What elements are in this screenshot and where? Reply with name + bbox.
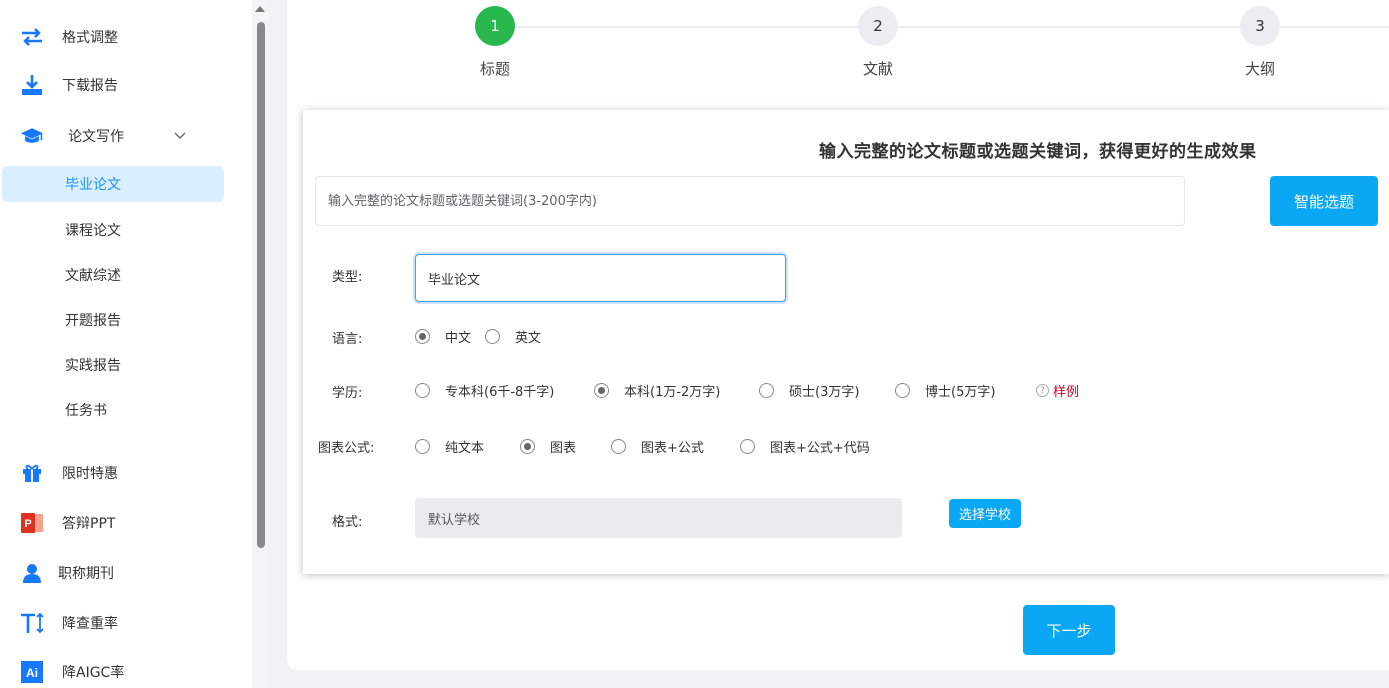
radio-degree-associate[interactable]: 专本科(6千-8千字)	[415, 381, 554, 400]
sidebar-subitem-task-book[interactable]: 任务书	[2, 392, 224, 428]
radio-dot[interactable]	[594, 383, 609, 398]
sidebar-item-defense-ppt[interactable]: P 答辩PPT	[0, 503, 240, 543]
sidebar-scrollbar-thumb[interactable]	[257, 22, 265, 548]
sidebar-item-label: 下载报告	[62, 78, 118, 94]
next-step-button[interactable]: 下一步	[1023, 605, 1115, 655]
step-references: 2 文献	[838, 0, 918, 79]
sidebar-subitem-graduation-thesis[interactable]: 毕业论文	[2, 166, 224, 202]
graduation-cap-icon	[20, 124, 44, 148]
radio-dot[interactable]	[415, 329, 430, 344]
sidebar-item-label: 论文写作	[68, 129, 124, 145]
step-number: 1	[475, 6, 515, 46]
step-connector	[897, 26, 1241, 28]
sidebar-item-label: 格式调整	[62, 30, 118, 46]
radio-chart-charts[interactable]: 图表	[520, 437, 576, 456]
sidebar-subitem-literature-review[interactable]: 文献综述	[2, 257, 224, 293]
radio-dot[interactable]	[895, 383, 910, 398]
radio-dot[interactable]	[740, 439, 755, 454]
radio-chart-plain-text[interactable]: 纯文本	[415, 437, 484, 456]
scroll-up-arrow-icon[interactable]	[255, 6, 265, 12]
radio-degree-doctor[interactable]: 博士(5万字)	[895, 381, 995, 400]
chevron-down-icon	[174, 122, 186, 154]
chart-formula-label: 图表公式:	[318, 441, 375, 456]
question-circle-icon: ?	[1036, 384, 1049, 397]
sidebar-item-label: 降查重率	[62, 616, 118, 632]
ai-icon: Ai	[20, 660, 44, 684]
smart-topic-button[interactable]: 智能选题	[1270, 176, 1378, 226]
svg-text:P: P	[24, 518, 31, 530]
sidebar-item-download-report[interactable]: 下载报告	[0, 65, 240, 105]
radio-language-chinese[interactable]: 中文	[415, 327, 471, 346]
sidebar-item-label: 答辩PPT	[62, 516, 116, 532]
radio-dot[interactable]	[520, 439, 535, 454]
text-height-icon	[20, 611, 44, 635]
sidebar-item-reduce-duplication[interactable]: 降查重率	[0, 603, 240, 643]
type-label: 类型:	[332, 270, 363, 285]
sidebar-item-label: 降AIGC率	[62, 665, 125, 681]
radio-dot[interactable]	[759, 383, 774, 398]
svg-text:Ai: Ai	[26, 666, 38, 680]
sidebar: 格式调整 下载报告 论文写作 毕业论文 课程论文 文献综述 开题报告 实践报告 …	[0, 0, 268, 688]
sample-link[interactable]: ? 样例	[1036, 381, 1079, 400]
step-outline: 3 大纲	[1220, 0, 1300, 79]
radio-dot[interactable]	[415, 383, 430, 398]
sidebar-item-label: 限时特惠	[62, 466, 118, 482]
radio-chart-charts-formula[interactable]: 图表+公式	[611, 437, 704, 456]
user-icon	[20, 561, 44, 585]
sidebar-subitem-proposal-report[interactable]: 开题报告	[2, 302, 224, 338]
swap-arrows-icon	[20, 25, 44, 49]
step-label: 大纲	[1244, 60, 1275, 78]
topic-input[interactable]	[315, 176, 1185, 226]
step-title: 1 标题	[455, 0, 535, 79]
radio-chart-charts-formula-code[interactable]: 图表+公式+代码	[740, 437, 870, 456]
sidebar-subitem-practice-report[interactable]: 实践报告	[2, 347, 224, 383]
sidebar-item-format-adjust[interactable]: 格式调整	[0, 17, 240, 57]
step-number: 2	[858, 6, 898, 46]
radio-dot[interactable]	[611, 439, 626, 454]
step-label: 标题	[479, 60, 510, 78]
sidebar-item-title-journal[interactable]: 职称期刊	[0, 553, 240, 593]
sidebar-item-label: 职称期刊	[58, 566, 114, 582]
sidebar-item-limited-offer[interactable]: 限时特惠	[0, 453, 240, 493]
degree-label: 学历:	[332, 386, 363, 401]
sidebar-item-paper-writing[interactable]: 论文写作	[0, 116, 200, 156]
radio-degree-bachelor[interactable]: 本科(1万-2万字)	[594, 381, 720, 400]
step-connector	[514, 26, 859, 28]
select-school-button[interactable]: 选择学校	[949, 499, 1021, 528]
download-icon	[20, 73, 44, 97]
type-input[interactable]	[415, 254, 786, 302]
step-label: 文献	[862, 60, 893, 78]
form-title: 输入完整的论文标题或选题关键词，获得更好的生成效果	[819, 142, 1257, 162]
radio-language-english[interactable]: 英文	[485, 327, 541, 346]
radio-dot[interactable]	[415, 439, 430, 454]
radio-degree-master[interactable]: 硕士(3万字)	[759, 381, 859, 400]
sidebar-item-reduce-aigc[interactable]: Ai 降AIGC率	[0, 652, 240, 688]
sidebar-subitem-course-paper[interactable]: 课程论文	[2, 212, 224, 248]
radio-dot[interactable]	[485, 329, 500, 344]
powerpoint-icon: P	[20, 511, 44, 535]
format-value-field: 默认学校	[415, 498, 902, 538]
language-label: 语言:	[332, 332, 363, 347]
step-number: 3	[1240, 6, 1280, 46]
gift-icon	[20, 461, 44, 485]
format-label: 格式:	[332, 515, 363, 530]
